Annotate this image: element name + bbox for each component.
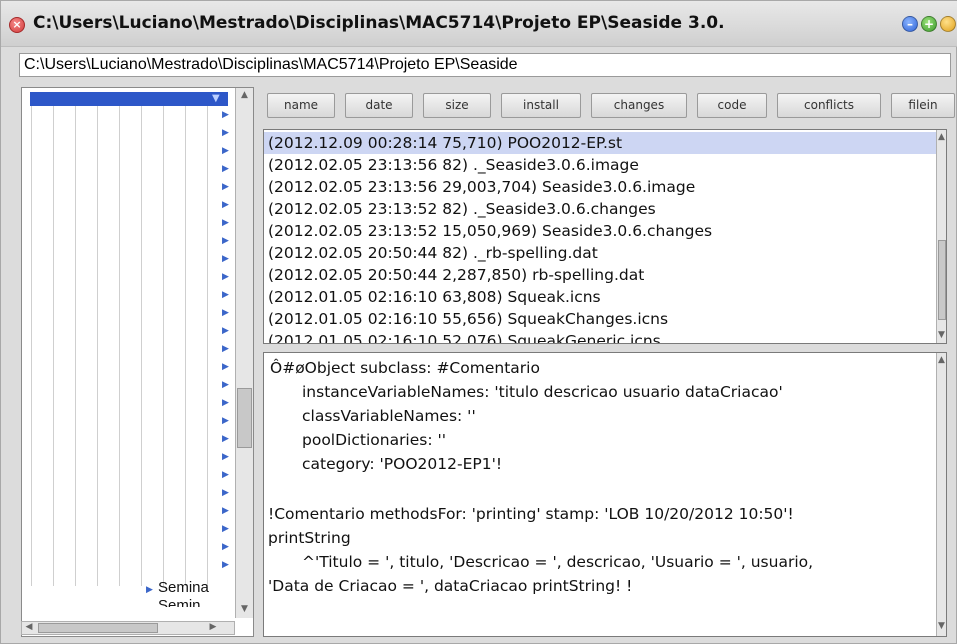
code-line: !Comentario methodsFor: 'printing' stamp…	[268, 505, 794, 523]
code-line: poolDictionaries: ''	[302, 431, 447, 449]
code-line: classVariableNames: ''	[302, 407, 476, 425]
chevron-right-icon[interactable]: ▶	[222, 452, 229, 462]
tree-guide-line	[185, 106, 186, 586]
name-button[interactable]: name	[267, 93, 335, 118]
scrollbar-thumb[interactable]	[938, 240, 946, 320]
file-row[interactable]: (2012.01.05 02:16:10 63,808) Squeak.icns	[268, 286, 938, 308]
chevron-right-icon[interactable]: ▶	[222, 146, 229, 156]
tree-guide-line	[141, 106, 142, 586]
window-title: C:\Users\Luciano\Mestrado\Disciplinas\MA…	[33, 13, 725, 33]
tree-selected-row[interactable]	[30, 92, 228, 106]
chevron-right-icon[interactable]: ▶	[222, 326, 229, 336]
filein-button[interactable]: filein	[891, 93, 955, 118]
chevron-right-icon[interactable]: ▶	[222, 398, 229, 408]
size-button[interactable]: size	[423, 93, 491, 118]
chevron-right-icon[interactable]: ▶	[222, 434, 229, 444]
close-icon[interactable]: ×	[9, 17, 25, 33]
chevron-right-icon[interactable]: ▶	[222, 560, 229, 570]
file-row[interactable]: (2012.02.05 20:50:44 2,287,850) rb-spell…	[268, 264, 938, 286]
path-field[interactable]: C:\Users\Luciano\Mestrado\Disciplinas\MA…	[19, 53, 951, 77]
file-list-scrollbar[interactable]: ▲ ▼	[936, 130, 946, 343]
chevron-right-icon[interactable]: ▶	[222, 218, 229, 228]
code-line: ^'Titulo = ', titulo, 'Descricao = ', de…	[302, 553, 814, 571]
code-button[interactable]: code	[697, 93, 767, 118]
file-row[interactable]: (2012.02.05 23:13:56 82) ._Seaside3.0.6.…	[268, 154, 938, 176]
tree-guide-line	[97, 106, 98, 586]
code-line: category: 'POO2012-EP1'!	[302, 455, 503, 473]
chevron-right-icon[interactable]: ▶	[222, 110, 229, 120]
tree-guide-line	[207, 106, 208, 586]
chevron-right-icon[interactable]: ▶	[222, 542, 229, 552]
code-line: instanceVariableNames: 'titulo descricao…	[302, 383, 783, 401]
scroll-up-icon[interactable]: ▲	[937, 132, 946, 142]
scroll-left-icon[interactable]: ◀	[24, 622, 34, 632]
directory-tree[interactable]: ▼ ▶ ▶ ▶ ▶ ▶ ▶ ▶ ▶ ▶ ▶ ▶ ▶ ▶ ▶ ▶ ▶ ▶ ▶ ▶ …	[21, 87, 254, 637]
chevron-right-icon[interactable]: ▶	[222, 470, 229, 480]
scrollbar-thumb[interactable]	[237, 388, 252, 448]
scroll-up-icon[interactable]: ▲	[937, 355, 946, 365]
file-row[interactable]: (2012.02.05 23:13:52 82) ._Seaside3.0.6.…	[268, 198, 938, 220]
tree-guide-line	[163, 106, 164, 586]
chevron-down-icon[interactable]: ▼	[212, 92, 220, 106]
chevron-right-icon[interactable]: ▶	[222, 362, 229, 372]
scrollbar-thumb[interactable]	[38, 623, 158, 633]
tree-guide-line	[119, 106, 120, 586]
tree-vertical-scrollbar[interactable]: ▲ ▼	[235, 88, 253, 618]
file-list-window: × C:\Users\Luciano\Mestrado\Disciplinas\…	[0, 0, 957, 644]
chevron-right-icon[interactable]: ▶	[222, 524, 229, 534]
file-row[interactable]: (2012.02.05 23:13:56 29,003,704) Seaside…	[268, 176, 938, 198]
scroll-down-icon[interactable]: ▼	[236, 604, 253, 614]
scroll-right-icon[interactable]: ▶	[208, 622, 218, 632]
expand-icon[interactable]: +	[921, 16, 937, 32]
tree-guide-line	[75, 106, 76, 586]
menu-icon[interactable]	[940, 16, 956, 32]
chevron-right-icon[interactable]: ▶	[222, 236, 229, 246]
scroll-up-icon[interactable]: ▲	[236, 90, 253, 100]
file-contents-pane[interactable]: Ô#øObject subclass: #Comentario instance…	[263, 352, 947, 637]
chevron-right-icon[interactable]: ▶	[222, 416, 229, 426]
chevron-right-icon[interactable]: ▶	[222, 254, 229, 264]
code-line: printString	[268, 529, 351, 547]
title-bar[interactable]: × C:\Users\Luciano\Mestrado\Disciplinas\…	[1, 1, 957, 47]
install-button[interactable]: install	[501, 93, 581, 118]
tree-item[interactable]: Semin	[158, 597, 201, 607]
file-list[interactable]: (2012.12.09 00:28:14 75,710) POO2012-EP.…	[263, 129, 947, 344]
date-button[interactable]: date	[345, 93, 413, 118]
chevron-right-icon[interactable]: ▶	[222, 290, 229, 300]
chevron-right-icon[interactable]: ▶	[222, 272, 229, 282]
tree-guide-line	[53, 106, 54, 586]
chevron-right-icon[interactable]: ▶	[222, 200, 229, 210]
code-line: 'Data de Criacao = ', dataCriacao printS…	[268, 577, 633, 595]
file-row[interactable]: (2012.02.05 23:13:52 15,050,969) Seaside…	[268, 220, 938, 242]
chevron-right-icon[interactable]: ▶	[146, 585, 153, 595]
chevron-right-icon[interactable]: ▶	[222, 164, 229, 174]
chevron-right-icon[interactable]: ▶	[222, 128, 229, 138]
file-row[interactable]: (2012.02.05 20:50:44 82) ._rb-spelling.d…	[268, 242, 938, 264]
tree-item[interactable]: Semina	[158, 579, 209, 596]
chevron-right-icon[interactable]: ▶	[222, 506, 229, 516]
file-row-selected[interactable]: (2012.12.09 00:28:14 75,710) POO2012-EP.…	[264, 132, 936, 154]
scroll-down-icon[interactable]: ▼	[937, 330, 946, 340]
code-line: Ô#øObject subclass: #Comentario	[270, 359, 540, 377]
code-pane-scrollbar[interactable]: ▲ ▼	[936, 353, 946, 636]
collapse-icon[interactable]: –	[902, 16, 918, 32]
file-row[interactable]: (2012.01.05 02:16:10 55,656) SqueakChang…	[268, 308, 938, 330]
file-row[interactable]: (2012.01.05 02:16:10 52,076) SqueakGener…	[268, 330, 938, 343]
chevron-right-icon[interactable]: ▶	[222, 308, 229, 318]
chevron-right-icon[interactable]: ▶	[222, 344, 229, 354]
window-controls: – +	[899, 16, 956, 34]
conflicts-button[interactable]: conflicts	[777, 93, 881, 118]
chevron-right-icon[interactable]: ▶	[222, 182, 229, 192]
changes-button[interactable]: changes	[591, 93, 687, 118]
chevron-right-icon[interactable]: ▶	[222, 380, 229, 390]
tree-horizontal-scrollbar[interactable]: ◀ ▶	[21, 621, 235, 635]
scroll-down-icon[interactable]: ▼	[937, 621, 946, 631]
tree-guide-line	[31, 106, 32, 586]
chevron-right-icon[interactable]: ▶	[222, 488, 229, 498]
